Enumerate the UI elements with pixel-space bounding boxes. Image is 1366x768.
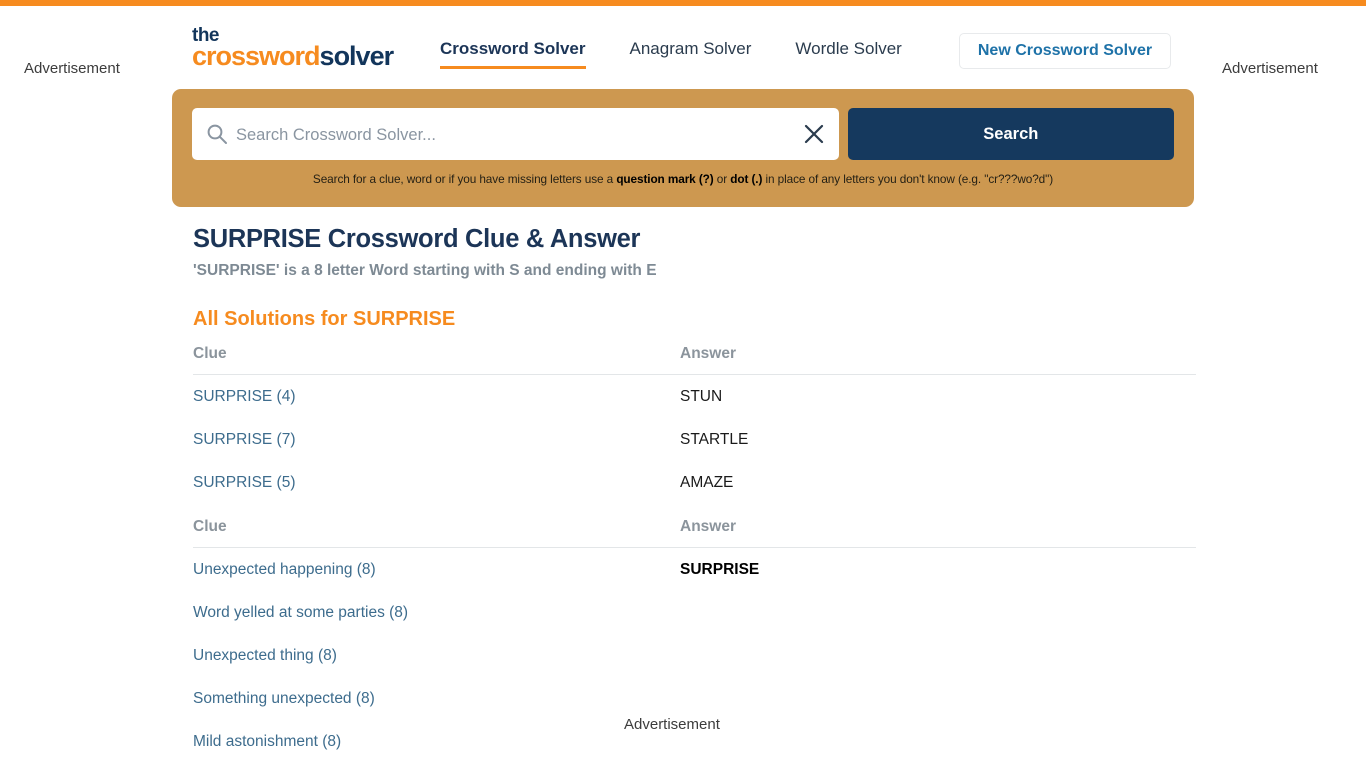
logo-crossword: crossword: [192, 40, 321, 71]
table-cell-clue: SURPRISE (5): [193, 461, 680, 504]
table-cell-clue: Unexpected thing (8): [193, 634, 680, 677]
column-header-clue: Clue: [193, 518, 680, 548]
table-head: Clue Answer: [193, 345, 1196, 375]
table-cell-clue: SURPRISE (7): [193, 418, 680, 461]
table-cell-answer: [680, 720, 1196, 763]
table-body: Unexpected happening (8) SURPRISE Word y…: [193, 548, 1196, 764]
table-row: Unexpected thing (8): [193, 634, 1196, 677]
clue-link[interactable]: Word yelled at some parties (8): [193, 604, 408, 621]
clue-link[interactable]: Unexpected happening (8): [193, 561, 376, 578]
main-content: SURPRISE Crossword Clue & Answer 'SURPRI…: [193, 225, 1196, 763]
table-row: SURPRISE (7) STARTLE: [193, 418, 1196, 461]
table-row: SURPRISE (5) AMAZE: [193, 461, 1196, 504]
search-hint-part3: in place of any letters you don't know (…: [762, 172, 1054, 186]
logo-wordmark: crosswordsolver: [192, 42, 394, 69]
site-logo[interactable]: the crosswordsolver: [192, 26, 394, 69]
clue-link[interactable]: SURPRISE (4): [193, 388, 296, 405]
search-hint-bold2: dot (.): [730, 172, 763, 186]
nav-item-wordle-solver[interactable]: Wordle Solver: [795, 39, 901, 66]
table-row: Something unexpected (8): [193, 677, 1196, 720]
section-title-all-solutions: All Solutions for SURPRISE: [193, 308, 456, 330]
table-header-row: Clue Answer: [193, 518, 1196, 548]
clue-link[interactable]: SURPRISE (5): [193, 474, 296, 491]
nav-item-anagram-solver[interactable]: Anagram Solver: [630, 39, 752, 66]
search-hint: Search for a clue, word or if you have m…: [192, 172, 1174, 186]
table-cell-answer: STARTLE: [680, 431, 749, 448]
search-button[interactable]: Search: [847, 108, 1174, 160]
column-header-answer: Answer: [680, 345, 1196, 375]
nav-item-crossword-solver[interactable]: Crossword Solver: [440, 39, 586, 69]
table-row: Mild astonishment (8): [193, 720, 1196, 763]
solutions-table-secondary: Clue Answer Unexpected happening (8) SUR…: [193, 518, 1196, 763]
table-cell-answer: SURPRISE: [680, 561, 760, 578]
table-body: SURPRISE (4) STUN SURPRISE (7) STARTLE S…: [193, 375, 1196, 505]
search-row: Search: [192, 108, 1174, 162]
table-cell-clue: Mild astonishment (8): [193, 720, 680, 763]
table-row: Unexpected happening (8) SURPRISE: [193, 548, 1196, 592]
table-cell-answer: AMAZE: [680, 474, 734, 491]
table-row: Word yelled at some parties (8): [193, 591, 1196, 634]
table-cell-answer: [680, 591, 1196, 634]
table-header-row: Clue Answer: [193, 345, 1196, 375]
search-input[interactable]: [234, 108, 798, 162]
column-header-clue: Clue: [193, 345, 680, 375]
close-icon[interactable]: [803, 123, 825, 145]
search-panel: Search Search for a clue, word or if you…: [172, 89, 1194, 207]
table-cell-answer: [680, 677, 1196, 720]
site-header: the crosswordsolver Crossword Solver Ana…: [0, 6, 1366, 88]
search-field: [192, 108, 839, 162]
table-cell-clue: Something unexpected (8): [193, 677, 680, 720]
search-icon: [206, 123, 228, 145]
new-crossword-solver-button[interactable]: New Crossword Solver: [959, 33, 1171, 69]
table-cell-clue: Word yelled at some parties (8): [193, 591, 680, 634]
table-row: SURPRISE (4) STUN: [193, 375, 1196, 419]
table-cell-answer: STUN: [680, 388, 723, 405]
table-cell-answer: [680, 634, 1196, 677]
clue-link[interactable]: Something unexpected (8): [193, 690, 375, 707]
logo-solver: solver: [319, 40, 395, 71]
table-cell-clue: Unexpected happening (8): [193, 548, 680, 592]
search-hint-bold1: question mark (?): [616, 172, 714, 186]
page-subtitle: 'SURPRISE' is a 8 letter Word starting w…: [193, 262, 657, 279]
search-hint-part1: Search for a clue, word or if you have m…: [312, 172, 617, 186]
clue-link[interactable]: SURPRISE (7): [193, 431, 296, 448]
search-hint-part2: or: [713, 172, 731, 186]
clue-link[interactable]: Mild astonishment (8): [193, 733, 341, 750]
clue-link[interactable]: Unexpected thing (8): [193, 647, 337, 664]
column-header-answer: Answer: [680, 518, 1196, 548]
page-title: SURPRISE Crossword Clue & Answer: [193, 225, 641, 253]
table-head: Clue Answer: [193, 518, 1196, 548]
primary-nav: Crossword Solver Anagram Solver Wordle S…: [440, 39, 902, 69]
solutions-table-primary: Clue Answer SURPRISE (4) STUN SURPRISE (…: [193, 345, 1196, 504]
table-cell-clue: SURPRISE (4): [193, 375, 680, 419]
